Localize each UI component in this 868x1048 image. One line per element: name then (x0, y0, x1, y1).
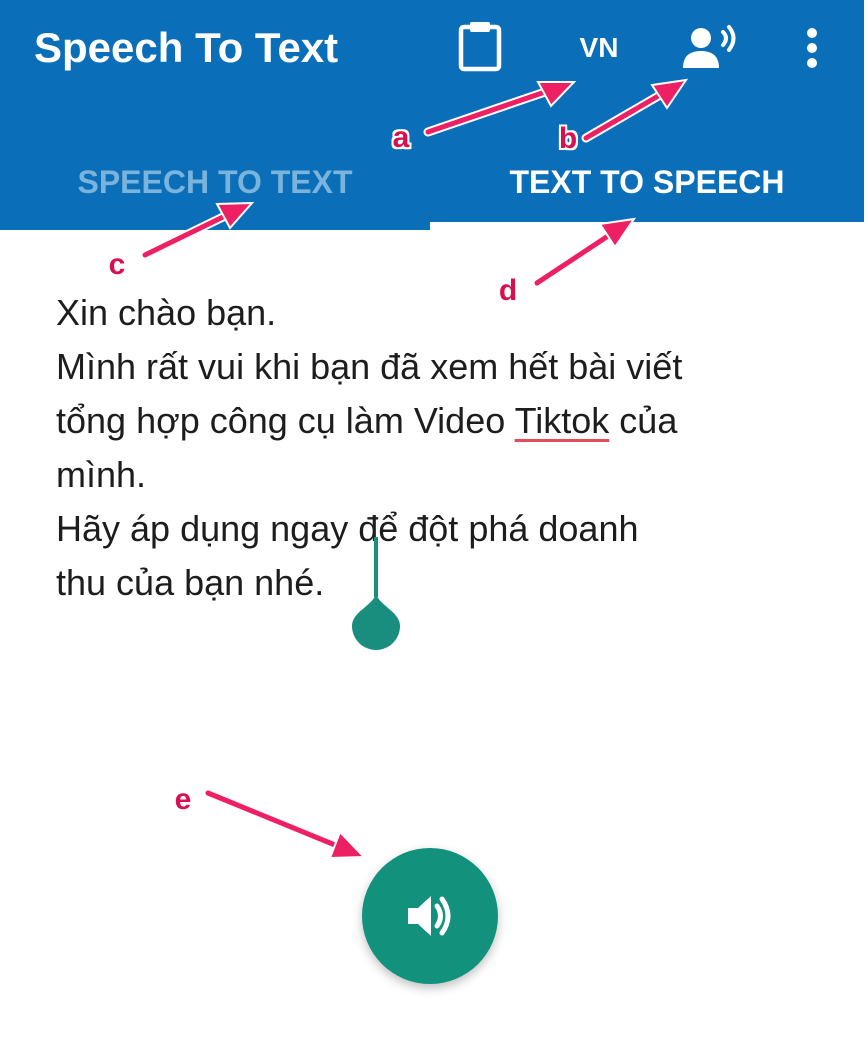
cursor-handle[interactable] (352, 594, 400, 650)
volume-up-icon (408, 896, 451, 936)
annotation-arrow-e (205, 790, 338, 848)
tab-text-to-speech[interactable]: TEXT TO SPEECH (430, 140, 864, 224)
annotation-label-e: e (174, 783, 192, 816)
annotation-label-b: b (558, 122, 578, 155)
more-vertical-icon (807, 28, 817, 68)
annotation-label-c: c (108, 248, 126, 281)
clipboard-icon (458, 22, 502, 72)
record-voice-icon (683, 25, 736, 68)
editor-line: Hãy áp dụng ngay để đột phá doanh (56, 508, 639, 549)
annotation-arrow-d (534, 233, 611, 286)
editor-line: mình. (56, 454, 147, 495)
editor-line: tổng hợp công cụ làm Video Tiktok của (56, 394, 826, 448)
language-button[interactable]: VN (566, 22, 632, 74)
misspelled-word[interactable]: Tiktok (515, 400, 610, 441)
selected-tab-indicator (430, 222, 864, 230)
screenshot-edge (864, 0, 868, 1048)
editor-text: của (609, 400, 678, 441)
more-options-button[interactable] (794, 20, 830, 76)
editor-line: Mình rất vui khi bạn đã xem hết bài viết (56, 346, 683, 387)
annotation-label-a: a (392, 121, 410, 154)
app-title: Speech To Text (34, 24, 339, 71)
editor-line: Xin chào bạn. (56, 292, 277, 333)
arrowhead-e (328, 830, 367, 860)
tab-speech-to-text[interactable]: SPEECH TO TEXT (0, 140, 430, 224)
text-cursor (374, 537, 378, 597)
clipboard-button[interactable] (452, 16, 508, 76)
editor-text: tổng hợp công cụ làm Video (56, 400, 515, 441)
editor-line: thu của bạn nhé. (56, 562, 325, 603)
speak-button[interactable] (362, 848, 498, 984)
annotation-label-d: d (498, 274, 518, 307)
text-editor[interactable]: Xin chào bạn. Mình rất vui khi bạn đã xe… (56, 286, 826, 610)
voice-settings-button[interactable] (680, 18, 742, 76)
